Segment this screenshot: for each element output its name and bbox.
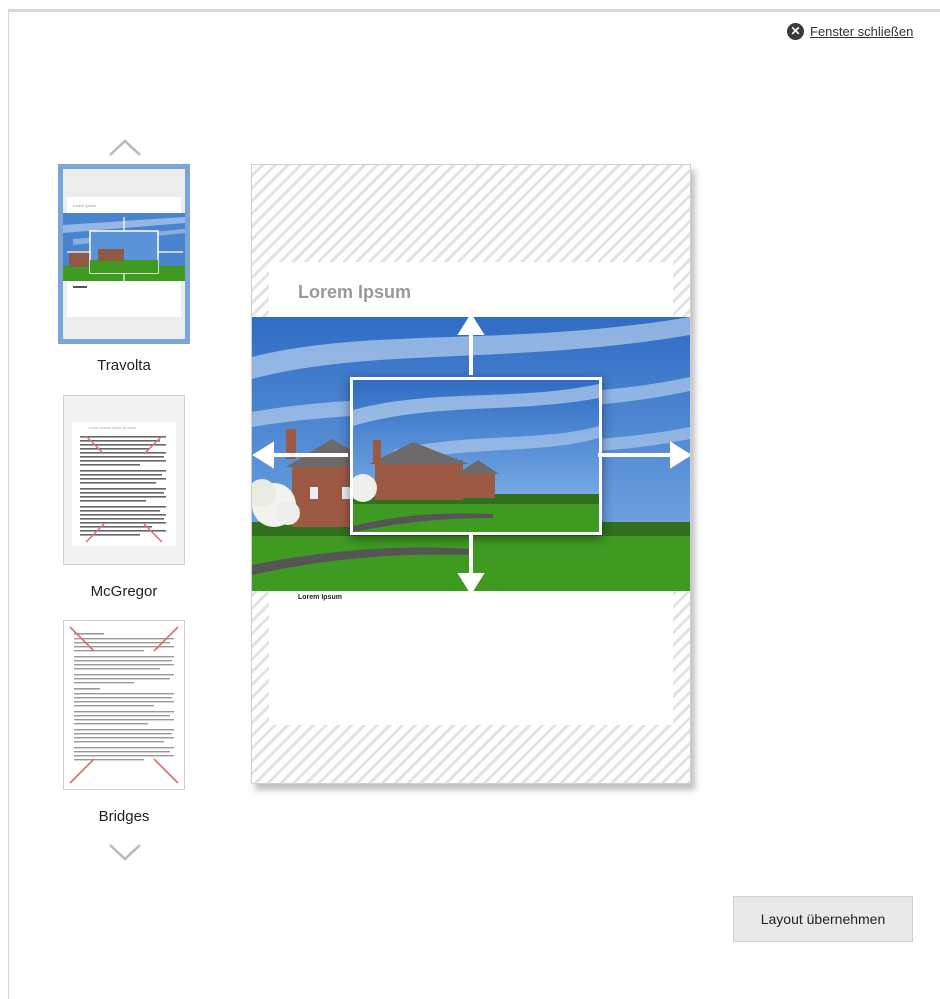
resize-handles[interactable]: [252, 165, 690, 783]
layout-name-travolta[interactable]: Travolta: [58, 357, 190, 374]
chevron-down-icon[interactable]: [108, 842, 142, 862]
layout-thumbnail-mcgregor[interactable]: Lorem ipsum dolor sit amet: [63, 395, 185, 565]
thumb-title: Lorem ipsum dolor sit amet: [88, 425, 137, 430]
layout-name-mcgregor[interactable]: McGregor: [58, 583, 190, 600]
preview-caption: Lorem Ipsum: [298, 594, 342, 601]
close-icon[interactable]: ✕: [787, 22, 804, 40]
layout-thumbnail-bridges[interactable]: [63, 620, 185, 790]
layout-preview: Lorem Ipsum Lorem Ipsum: [251, 164, 691, 784]
layout-preview-bridges: [64, 621, 184, 789]
layout-thumbnail-travolta[interactable]: Lorem Ipsum: [58, 164, 190, 344]
close-window-link[interactable]: ✕ Fenster schließen: [787, 20, 913, 42]
chevron-up-icon[interactable]: [108, 138, 142, 158]
layout-preview-mcgregor: Lorem ipsum dolor sit amet: [64, 396, 184, 564]
thumb-title: Lorem Ipsum: [73, 203, 97, 208]
layout-name-bridges[interactable]: Bridges: [58, 808, 190, 825]
layout-preview-travolta: Lorem Ipsum: [63, 169, 185, 339]
close-window-label[interactable]: Fenster schließen: [810, 24, 913, 39]
apply-layout-button[interactable]: Layout übernehmen: [733, 896, 913, 942]
